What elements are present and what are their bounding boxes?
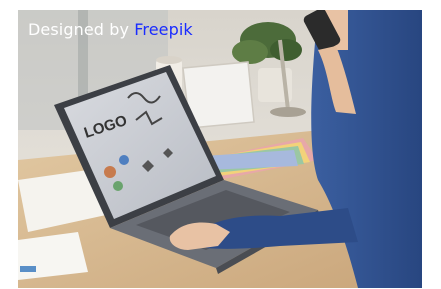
screen-shape <box>119 155 129 165</box>
photo-credit: Designed by Freepik <box>28 22 193 38</box>
photo-illustration: LOGO <box>18 10 422 288</box>
freepik-link[interactable]: Freepik <box>134 20 193 39</box>
screen-shape <box>113 181 123 191</box>
screen-shape <box>104 166 116 178</box>
paper-sheet <box>18 232 88 280</box>
credit-text: Designed by <box>28 20 135 39</box>
stock-photo: LOGO <box>18 10 422 288</box>
pen <box>20 266 36 272</box>
